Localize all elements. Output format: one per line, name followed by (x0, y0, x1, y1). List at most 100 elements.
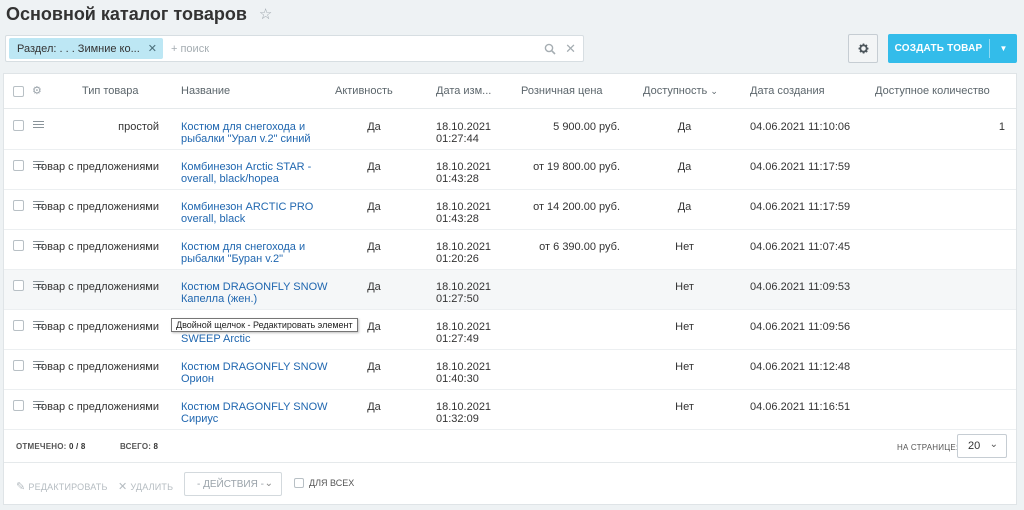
header-type[interactable]: Тип товара (82, 85, 139, 97)
header-created[interactable]: Дата создания (750, 85, 825, 97)
product-name-line2: Капелла (жен.) (181, 293, 258, 305)
create-product-button[interactable]: СОЗДАТЬ ТОВАР ▼ (888, 34, 1017, 63)
select-all-checkbox[interactable] (13, 86, 24, 97)
cell-price: от 19 800.00 руб. (533, 161, 620, 173)
modified-date: 18.10.2021 (436, 281, 492, 293)
cell-type: товар с предложениями (36, 361, 159, 373)
table-row[interactable]: товар с предложениями Да от 6 390.00 руб. Н… (4, 230, 1016, 270)
actions-select[interactable]: - ДЕЙСТВИЯ - ⌄ (184, 472, 282, 496)
cell-availability: Да (677, 201, 692, 213)
actions-select-value: - ДЕЙСТВИЯ - (197, 478, 264, 490)
product-name-link[interactable]: Костюм DRAGONFLY SNOW Орион (181, 361, 328, 385)
product-name-link[interactable]: Костюм DRAGONFLY SNOW Капелла (жен.) (181, 281, 328, 305)
header-price[interactable]: Розничная цена (521, 85, 603, 97)
product-name-line1: Комбинезон Arctic STAR - (181, 161, 312, 173)
cell-price: от 6 390.00 руб. (539, 241, 620, 253)
product-grid: ⚙ Тип товара Название Активность Дата из… (3, 73, 1017, 505)
cell-type: товар с предложениями (36, 241, 159, 253)
product-name-link[interactable]: Комбинезон ARCTIC PRO overall, black (181, 201, 313, 225)
delete-button[interactable]: ✕ УДАЛИТЬ (118, 480, 173, 493)
product-name-line1: Костюм DRAGONFLY SNOW (181, 361, 328, 373)
selected-count: ОТМЕЧЕНО: 0 / 8 (16, 442, 86, 451)
for-all-toggle[interactable]: ДЛЯ ВСЕХ (294, 478, 354, 488)
cell-modified: 18.10.2021 01:32:09 (436, 401, 491, 425)
cell-created: 04.06.2021 11:12:48 (750, 361, 851, 373)
total-count: ВСЕГО: 8 (120, 442, 158, 451)
cell-created: 04.06.2021 11:09:56 (750, 321, 851, 333)
header-quantity[interactable]: Доступное количество (875, 85, 990, 97)
per-page-value: 20 (968, 440, 981, 452)
cell-type: товар с предложениями (36, 401, 159, 413)
product-name-line1: Костюм DRAGONFLY SNOW (181, 401, 328, 413)
edit-label: РЕДАКТИРОВАТЬ (28, 481, 108, 492)
product-name-link[interactable]: Костюм для снегохода и рыбалки "Буран v.2… (181, 241, 305, 265)
cell-active: Да (367, 401, 381, 413)
table-row[interactable]: товар с предложениями Да Нет 04.06.2021 11:… (4, 310, 1016, 350)
total-value: 8 (153, 442, 159, 451)
modified-time: 01:43:28 (436, 213, 479, 225)
product-name-line2: SWEEP Arctic (181, 333, 251, 345)
cell-active: Да (367, 241, 381, 253)
filter-search-bar[interactable]: Раздел: . . . Зимние ко... ✕ + поиск ✕ (5, 35, 584, 62)
modified-date: 18.10.2021 (436, 321, 492, 333)
cell-type: товар с предложениями (36, 281, 159, 293)
table-row[interactable]: простой Да 5 900.00 руб. Да 04.06.2021 11:10… (4, 110, 1016, 150)
product-name-line2: рыбалки "Буран v.2" (181, 253, 284, 265)
cell-created: 04.06.2021 11:16:51 (750, 401, 851, 413)
table-row[interactable]: товар с предложениями Да Нет 04.06.2021 11:… (4, 390, 1016, 430)
header-modified[interactable]: Дата изм... (436, 85, 491, 97)
product-name-line1: Костюм для снегохода и (181, 241, 306, 253)
modified-time: 01:40:30 (436, 373, 479, 385)
for-all-checkbox[interactable] (294, 478, 304, 488)
filter-chip-section[interactable]: Раздел: . . . Зимние ко... ✕ (9, 38, 163, 59)
cell-created: 04.06.2021 11:07:45 (750, 241, 851, 253)
modified-time: 01:27:44 (436, 133, 479, 145)
search-input[interactable]: + поиск (171, 43, 544, 55)
header-availability[interactable]: Доступность ⌄ (643, 85, 718, 97)
cell-type: товар с предложениями (36, 201, 159, 213)
modified-date: 18.10.2021 (436, 161, 492, 173)
delete-x-icon: ✕ (118, 481, 128, 493)
table-row[interactable]: товар с предложениями Да от 19 800.00 руб.… (4, 150, 1016, 190)
cell-modified: 18.10.2021 01:27:44 (436, 121, 491, 145)
chevron-down-icon: ⌄ (264, 478, 273, 489)
tooltip: Двойной щелчок - Редактировать элемент (171, 318, 358, 332)
table-header: ⚙ Тип товара Название Активность Дата из… (4, 74, 1016, 109)
product-name-link[interactable]: Костюм для снегохода и рыбалки "Урал v.2"… (181, 121, 311, 145)
delete-label: УДАЛИТЬ (130, 481, 174, 492)
table-row[interactable]: товар с предложениями Да Нет 04.06.2021 11:… (4, 350, 1016, 390)
table-row[interactable]: товар с предложениями Да Нет 04.06.2021 11:… (4, 270, 1016, 310)
product-name-line2: Орион (181, 373, 215, 385)
product-name-link[interactable]: Комбинезон Arctic STAR - overall, black/h… (181, 161, 311, 185)
cell-modified: 18.10.2021 01:43:28 (436, 161, 491, 185)
modified-date: 18.10.2021 (436, 361, 492, 373)
cell-type: товар с предложениями (36, 161, 159, 173)
settings-button[interactable] (848, 34, 878, 63)
table-row[interactable]: товар с предложениями Да от 14 200.00 руб.… (4, 190, 1016, 230)
product-name-line2: overall, black (181, 213, 246, 225)
per-page-select[interactable]: 20 ⌄ (957, 434, 1007, 458)
pencil-icon: ✎ (16, 481, 26, 493)
filter-chip-label: Раздел: . . . Зимние ко... (17, 42, 140, 55)
title-row: Основной каталог товаров ☆ (6, 4, 272, 24)
cell-modified: 18.10.2021 01:43:28 (436, 201, 491, 225)
edit-button[interactable]: ✎ РЕДАКТИРОВАТЬ (16, 480, 108, 493)
product-name-link[interactable]: Костюм DRAGONFLY SNOW Сириус (181, 401, 328, 425)
cell-active: Да (367, 361, 381, 373)
chip-close-icon[interactable]: ✕ (148, 42, 157, 55)
create-product-label: СОЗДАТЬ ТОВАР (894, 43, 983, 54)
cell-availability: Нет (675, 361, 694, 373)
clear-search-icon[interactable]: ✕ (565, 41, 576, 57)
header-active[interactable]: Активность (335, 85, 393, 97)
cell-availability: Нет (675, 281, 694, 293)
star-icon[interactable]: ☆ (259, 7, 272, 22)
cell-modified: 18.10.2021 01:27:49 (436, 321, 491, 345)
search-icon[interactable] (544, 43, 556, 55)
modified-date: 18.10.2021 (436, 201, 492, 213)
cell-quantity: 1 (998, 121, 1005, 133)
header-name[interactable]: Название (181, 85, 230, 97)
column-settings-icon[interactable]: ⚙ (32, 84, 42, 97)
selected-value: 0 / 8 (68, 442, 86, 451)
caret-down-icon[interactable]: ▼ (990, 44, 1017, 53)
product-name-line1: Костюм DRAGONFLY SNOW (181, 281, 328, 293)
